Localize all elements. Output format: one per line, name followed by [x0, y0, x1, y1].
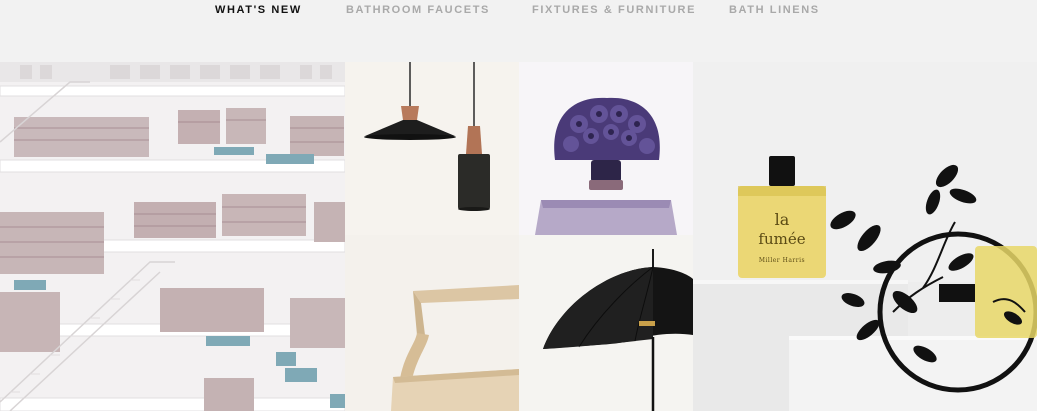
umbrella-illustration: [519, 235, 693, 411]
wooden-chair-illustration: [345, 235, 519, 411]
nav-item-bath-linens[interactable]: BATH LINENS: [729, 4, 820, 16]
pendant-lamps-image[interactable]: [345, 62, 519, 235]
peacock-bottle-illustration: [519, 62, 693, 235]
nav-item-whats-new[interactable]: WHAT'S NEW: [215, 4, 302, 16]
library-illustration: [0, 62, 345, 411]
wooden-chair-image[interactable]: [345, 235, 519, 411]
black-umbrella-image[interactable]: [519, 235, 693, 411]
nav-item-fixtures-furniture[interactable]: FIXTURES & FURNITURE: [532, 4, 696, 16]
peacock-perfume-bottle-image[interactable]: [519, 62, 693, 235]
perfume-label-line1: la: [774, 210, 790, 229]
category-nav: WHAT'S NEW BATHROOM FAUCETS FIXTURES & F…: [0, 0, 1037, 62]
perfume-label-line2: fumée: [758, 230, 806, 248]
pendant-lamps-illustration: [345, 62, 519, 235]
library-interior-image[interactable]: [0, 62, 345, 411]
perfume-maker: Miller Harris: [758, 257, 806, 264]
nav-item-bathroom-faucets[interactable]: BATHROOM FAUCETS: [346, 4, 490, 16]
la-fumee-perfume-image[interactable]: la fumée Miller Harris: [693, 62, 1037, 411]
